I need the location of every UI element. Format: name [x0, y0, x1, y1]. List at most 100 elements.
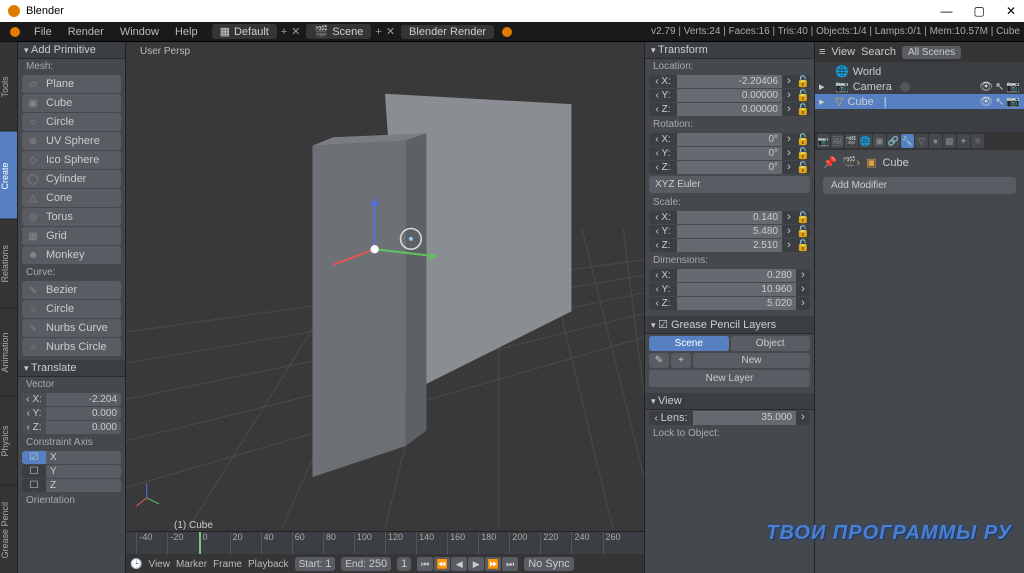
gp-new-button[interactable]: New: [693, 353, 810, 368]
scene-remove-button[interactable]: ✕: [386, 25, 395, 38]
add-modifier-button[interactable]: Add Modifier: [823, 177, 1016, 194]
scale-x-field[interactable]: ‹ X:0.140›🔓: [649, 211, 810, 224]
tab-physics[interactable]: Physics: [0, 396, 17, 485]
tab-grease-pencil[interactable]: Grease Pencil: [0, 485, 17, 573]
render-tab-icon[interactable]: 📷: [817, 134, 830, 148]
add-plane-button[interactable]: ▱Plane: [22, 75, 121, 93]
rot-y-field[interactable]: ‹ Y:0°›🔓: [649, 147, 810, 160]
layout-selector[interactable]: ▦Default: [212, 24, 277, 39]
render-icon[interactable]: 📷: [1006, 80, 1020, 93]
object-tab-icon[interactable]: ▣: [873, 134, 886, 148]
scene-tab-icon[interactable]: 🎬: [845, 134, 858, 148]
add-nurbs-circle-button[interactable]: ○Nurbs Circle: [22, 338, 121, 356]
vec-x-field[interactable]: ‹ X:-2.204: [22, 393, 121, 406]
render-layers-tab-icon[interactable]: 🖼: [831, 134, 844, 148]
outliner-search-menu[interactable]: Search: [861, 46, 896, 58]
cursor-icon[interactable]: ↖: [995, 80, 1004, 93]
rot-x-field[interactable]: ‹ X:0°›🔓: [649, 133, 810, 146]
new-layer-button[interactable]: New Layer: [649, 370, 810, 387]
start-frame-field[interactable]: Start: 1: [295, 557, 336, 571]
scene-add-button[interactable]: +: [375, 26, 381, 38]
layout-add-button[interactable]: +: [281, 26, 287, 38]
add-circle-button[interactable]: ○Circle: [22, 113, 121, 131]
outliner-tree[interactable]: 🌐World ▸📷Camera👁↖📷 ▸▽Cube|👁↖📷: [815, 62, 1024, 132]
add-cylinder-button[interactable]: ◯Cylinder: [22, 170, 121, 188]
tl-marker-menu[interactable]: Marker: [176, 559, 207, 570]
restrict-icon[interactable]: [900, 82, 910, 92]
tab-animation[interactable]: Animation: [0, 308, 17, 397]
tl-frame-menu[interactable]: Frame: [213, 559, 242, 570]
add-monkey-button[interactable]: ☻Monkey: [22, 246, 121, 264]
lock-icon[interactable]: 🔓: [796, 75, 810, 88]
layout-remove-button[interactable]: ✕: [291, 25, 300, 38]
add-cube-button[interactable]: ▣Cube: [22, 94, 121, 112]
lock-icon[interactable]: 🔓: [796, 89, 810, 102]
tl-view-menu[interactable]: View: [148, 559, 170, 570]
timeline-ruler[interactable]: -40 -20 0 20 40 60 80 100 120 140 160 18…: [126, 532, 644, 554]
add-bezier-button[interactable]: ∿Bezier: [22, 281, 121, 299]
outliner-filter[interactable]: All Scenes: [902, 46, 961, 59]
texture-tab-icon[interactable]: ▦: [943, 134, 956, 148]
close-button[interactable]: ✕: [1006, 4, 1016, 18]
timeline-editor-icon[interactable]: 🕒: [130, 559, 142, 570]
constraint-z[interactable]: ☐Z: [22, 479, 121, 492]
vec-y-field[interactable]: ‹ Y:0.000: [22, 407, 121, 420]
jump-end-button[interactable]: ⏭: [502, 557, 518, 571]
outliner-view-menu[interactable]: View: [831, 46, 855, 58]
3d-viewport[interactable]: User Persp (1) Cube ◈ View Select Add Ob…: [126, 42, 644, 573]
lock-icon[interactable]: 🔓: [796, 161, 810, 174]
menu-render[interactable]: Render: [60, 26, 112, 38]
gp-add-button[interactable]: +: [671, 353, 691, 368]
loc-x-field[interactable]: ‹ X:-2.20406›🔓: [649, 75, 810, 88]
eye-icon[interactable]: 👁: [979, 95, 993, 108]
menu-file[interactable]: File: [26, 26, 60, 38]
physics-tab-icon[interactable]: ⚛: [971, 134, 984, 148]
end-frame-field[interactable]: End: 250: [341, 557, 391, 571]
material-tab-icon[interactable]: ●: [929, 134, 942, 148]
outliner-item-cube[interactable]: ▸▽Cube|👁↖📷: [815, 94, 1024, 109]
pin-icon[interactable]: 📌: [823, 156, 837, 169]
minimize-button[interactable]: —: [940, 4, 952, 18]
constraint-y[interactable]: ☐Y: [22, 465, 121, 478]
tab-tools[interactable]: Tools: [0, 42, 17, 131]
scale-y-field[interactable]: ‹ Y:5.480›🔓: [649, 225, 810, 238]
add-cone-button[interactable]: △Cone: [22, 189, 121, 207]
dim-y-field[interactable]: ‹ Y:10.960›: [649, 283, 810, 296]
vec-z-field[interactable]: ‹ Z:0.000: [22, 421, 121, 434]
rotation-order-selector[interactable]: XYZ Euler: [649, 176, 810, 193]
gp-object-tab[interactable]: Object: [731, 336, 811, 351]
add-torus-button[interactable]: ◎Torus: [22, 208, 121, 226]
maximize-button[interactable]: ▢: [974, 4, 985, 18]
transform-header[interactable]: Transform: [645, 42, 814, 59]
modifiers-tab-icon[interactable]: 🔧: [901, 134, 914, 148]
eye-icon[interactable]: 👁: [979, 80, 993, 93]
keyframe-prev-button[interactable]: ⏪: [434, 557, 450, 571]
play-reverse-button[interactable]: ◀: [451, 557, 467, 571]
add-grid-button[interactable]: ▦Grid: [22, 227, 121, 245]
gp-color-button[interactable]: ✎: [649, 353, 669, 368]
view-panel-header[interactable]: View: [645, 393, 814, 410]
dim-x-field[interactable]: ‹ X:0.280›: [649, 269, 810, 282]
lock-icon[interactable]: 🔓: [796, 211, 810, 224]
lock-icon[interactable]: 🔓: [796, 225, 810, 238]
world-tab-icon[interactable]: 🌐: [859, 134, 872, 148]
loc-y-field[interactable]: ‹ Y:0.00000›🔓: [649, 89, 810, 102]
lock-icon[interactable]: 🔓: [796, 239, 810, 252]
tab-create[interactable]: Create: [0, 131, 17, 220]
render-icon[interactable]: 📷: [1006, 95, 1020, 108]
cursor-icon[interactable]: ↖: [995, 95, 1004, 108]
outliner-item-world[interactable]: 🌐World: [815, 64, 1024, 79]
jump-start-button[interactable]: ⏮: [417, 557, 433, 571]
data-tab-icon[interactable]: ▽: [915, 134, 928, 148]
keyframe-next-button[interactable]: ⏩: [485, 557, 501, 571]
scene-selector[interactable]: 🎬Scene: [306, 24, 371, 39]
tl-playback-menu[interactable]: Playback: [248, 559, 289, 570]
gp-scene-tab[interactable]: Scene: [649, 336, 729, 351]
outliner-item-camera[interactable]: ▸📷Camera👁↖📷: [815, 79, 1024, 94]
dim-z-field[interactable]: ‹ Z:5.020›: [649, 297, 810, 310]
lock-icon[interactable]: 🔓: [796, 103, 810, 116]
sync-selector[interactable]: No Sync: [524, 557, 574, 571]
translate-header[interactable]: Translate: [18, 360, 125, 377]
add-curve-circle-button[interactable]: ○Circle: [22, 300, 121, 318]
rot-z-field[interactable]: ‹ Z:0°›🔓: [649, 161, 810, 174]
